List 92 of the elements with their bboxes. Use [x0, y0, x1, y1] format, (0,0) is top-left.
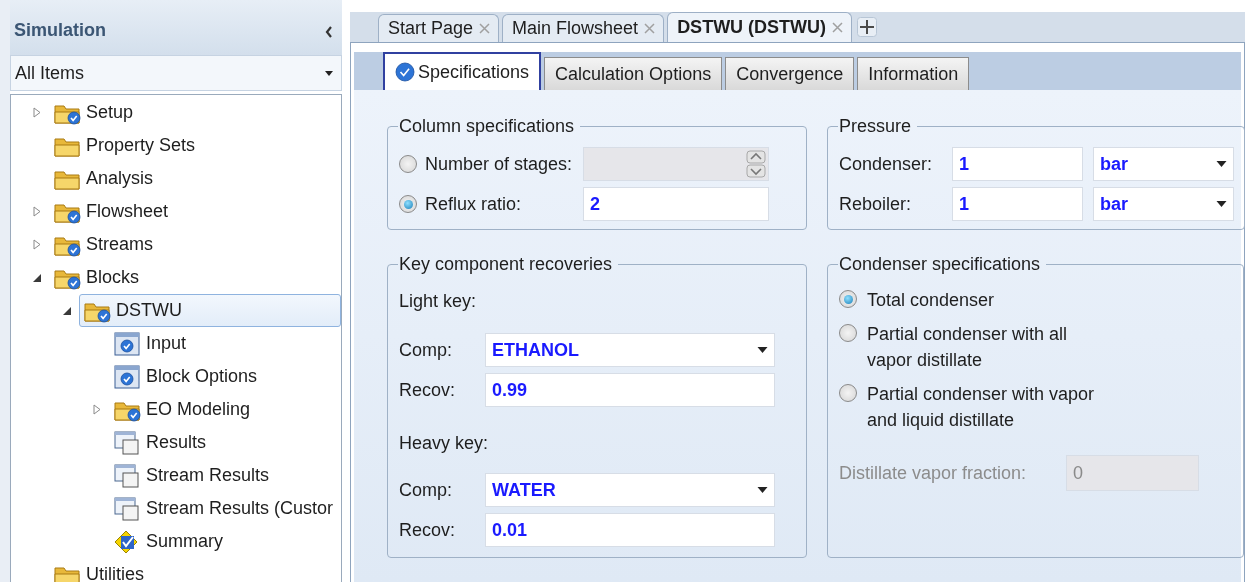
unit-dropdown[interactable]: bar	[1093, 147, 1234, 181]
form-icon	[113, 364, 141, 389]
expand-arrow-icon[interactable]	[92, 404, 102, 415]
tree-item[interactable]: Utilities	[49, 558, 341, 582]
group-title: Key component recoveries	[398, 254, 614, 275]
option-label: Number of stages:	[425, 153, 573, 175]
field-label: Recov:	[399, 379, 457, 401]
section-label: Heavy key:	[399, 433, 489, 453]
add-tab-icon[interactable]	[857, 17, 878, 37]
tree-item-label: Summary	[146, 531, 223, 552]
tree-item[interactable]: Stream Results	[109, 459, 341, 492]
tree-item[interactable]: Flowsheet	[49, 195, 341, 228]
form-icon	[113, 331, 141, 356]
panel-title: Simulation	[14, 20, 106, 41]
caret-icon	[757, 347, 768, 353]
tree-item-label: Analysis	[86, 168, 154, 189]
option-label: Partial condenser with all vapor distillate	[867, 323, 1069, 372]
tree-item[interactable]: Property Sets	[49, 129, 341, 162]
caret-icon	[1216, 161, 1227, 167]
check-icon	[395, 62, 415, 82]
tree-item[interactable]: Results	[109, 426, 341, 459]
form-tab[interactable]: Convergence	[725, 57, 855, 90]
form-tab[interactable]: Specifications	[383, 52, 542, 90]
document-tab[interactable]: Start Page	[378, 14, 500, 42]
caret-icon	[325, 70, 333, 76]
option-label: Reflux ratio:	[425, 193, 522, 215]
document-tab[interactable]: DSTWU (DSTWU)	[667, 12, 853, 42]
tree-item-label: Results	[146, 432, 207, 453]
filter-dropdown[interactable]: All Items	[10, 55, 342, 91]
radio-button[interactable]	[399, 195, 417, 213]
form-tab[interactable]: Calculation Options	[544, 57, 723, 90]
tree-item[interactable]: Analysis	[49, 162, 341, 195]
form-tab[interactable]: Information	[857, 57, 970, 90]
tree-item[interactable]: Stream Results (Custor	[109, 492, 341, 525]
close-icon[interactable]	[644, 23, 656, 34]
tree-item[interactable]: Input	[109, 327, 341, 360]
windows-icon	[113, 463, 141, 488]
expanded-arrow-icon[interactable]	[62, 305, 72, 316]
caret-icon	[757, 487, 768, 493]
expand-arrow-icon[interactable]	[32, 107, 42, 118]
field-label: Distillate vapor fraction:	[839, 462, 1028, 484]
expand-arrow-icon[interactable]	[32, 206, 42, 217]
tree-item[interactable]: Streams	[49, 228, 341, 261]
tree-item[interactable]: Setup	[49, 96, 341, 129]
collapse-icon[interactable]	[324, 25, 334, 39]
tree-item-label: Streams	[86, 234, 154, 255]
document-tab[interactable]: Main Flowsheet	[502, 14, 665, 42]
caret-icon	[1216, 201, 1227, 207]
component-dropdown[interactable]: WATER	[485, 473, 775, 507]
field-label: Reboiler:	[839, 193, 913, 215]
tree-item-label: Utilities	[86, 564, 144, 582]
radio-button[interactable]	[839, 384, 857, 402]
input-field[interactable]: 1	[952, 187, 1083, 221]
close-icon[interactable]	[832, 22, 844, 33]
tree-item-label: DSTWU	[116, 300, 182, 321]
input-field[interactable]: 2	[583, 187, 769, 221]
expand-arrow-icon[interactable]	[32, 239, 42, 250]
close-icon[interactable]	[479, 23, 491, 34]
tree-item[interactable]: Block Options	[109, 360, 341, 393]
field-label: Comp:	[399, 339, 453, 361]
windows-icon	[113, 430, 141, 455]
tree-item-label: Stream Results (Custor	[146, 498, 334, 519]
group-title: Column specifications	[398, 116, 576, 137]
option-label: Partial condenser with vapor and liquid distillate	[867, 383, 1096, 432]
tree-item[interactable]: EO Modeling	[109, 393, 341, 426]
tree-item-label: Input	[146, 333, 187, 354]
tree-item-label: Blocks	[86, 267, 139, 288]
field-label: Condenser:	[839, 153, 934, 175]
expanded-arrow-icon[interactable]	[32, 272, 42, 283]
input-field[interactable]: 1	[952, 147, 1083, 181]
group-title: Condenser specifications	[838, 254, 1042, 275]
tree-item-label: EO Modeling	[146, 399, 251, 420]
section-label: Light key:	[399, 291, 477, 311]
tree-item-label: Flowsheet	[86, 201, 169, 222]
tree-item-label: Stream Results	[146, 465, 270, 486]
radio-button[interactable]	[839, 324, 857, 342]
windows-icon	[113, 496, 141, 521]
tree-item-label: Block Options	[146, 366, 258, 387]
tree-item[interactable]: Summary	[109, 525, 341, 558]
field-label: Recov:	[399, 519, 457, 541]
unit-dropdown[interactable]: bar	[1093, 187, 1234, 221]
radio-button[interactable]	[839, 290, 857, 308]
input-field[interactable]: 0.01	[485, 513, 775, 547]
tree-item[interactable]: DSTWU	[79, 294, 341, 327]
tree-item-label: Property Sets	[86, 135, 196, 156]
component-dropdown[interactable]: ETHANOL	[485, 333, 775, 367]
tree-item-label: Setup	[86, 102, 134, 123]
group-title: Pressure	[838, 116, 913, 137]
tree-item[interactable]: Blocks	[49, 261, 341, 294]
input-field[interactable]: 0.99	[485, 373, 775, 407]
field-label: Comp:	[399, 479, 453, 501]
option-label: Total condenser	[867, 289, 996, 312]
